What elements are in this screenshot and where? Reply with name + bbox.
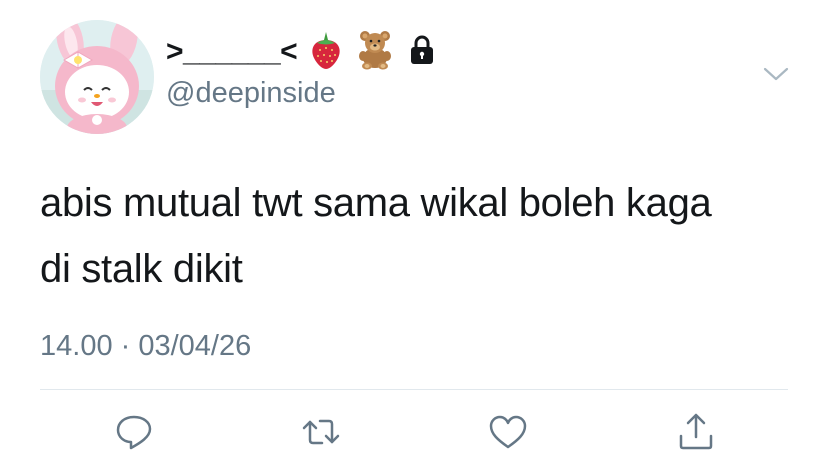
avatar-image [40,20,154,134]
name-row: >______< [166,30,437,74]
tweet-text: abis mutual twt sama wikal boleh kaga di… [40,181,712,291]
display-name[interactable]: >______< [166,37,298,67]
teddy-bear-icon [355,30,395,75]
share-button[interactable] [674,410,718,454]
strawberry-icon [309,30,343,75]
lock-icon [407,34,437,71]
retweet-button[interactable] [299,410,343,454]
tweet-timestamp[interactable]: 14.00 · 03/04/26 [40,332,251,361]
like-button[interactable] [486,410,530,454]
tweet: >______< @deepinside abis mutual twt sam… [0,0,828,475]
avatar[interactable] [40,20,154,134]
heart-icon [489,415,527,449]
chevron-down-icon[interactable] [762,64,790,84]
divider [40,389,788,390]
share-icon [679,413,713,450]
username-handle[interactable]: @deepinside [166,79,336,108]
retweet-icon [302,419,340,445]
reply-icon [116,415,152,450]
reply-button[interactable] [112,410,156,454]
